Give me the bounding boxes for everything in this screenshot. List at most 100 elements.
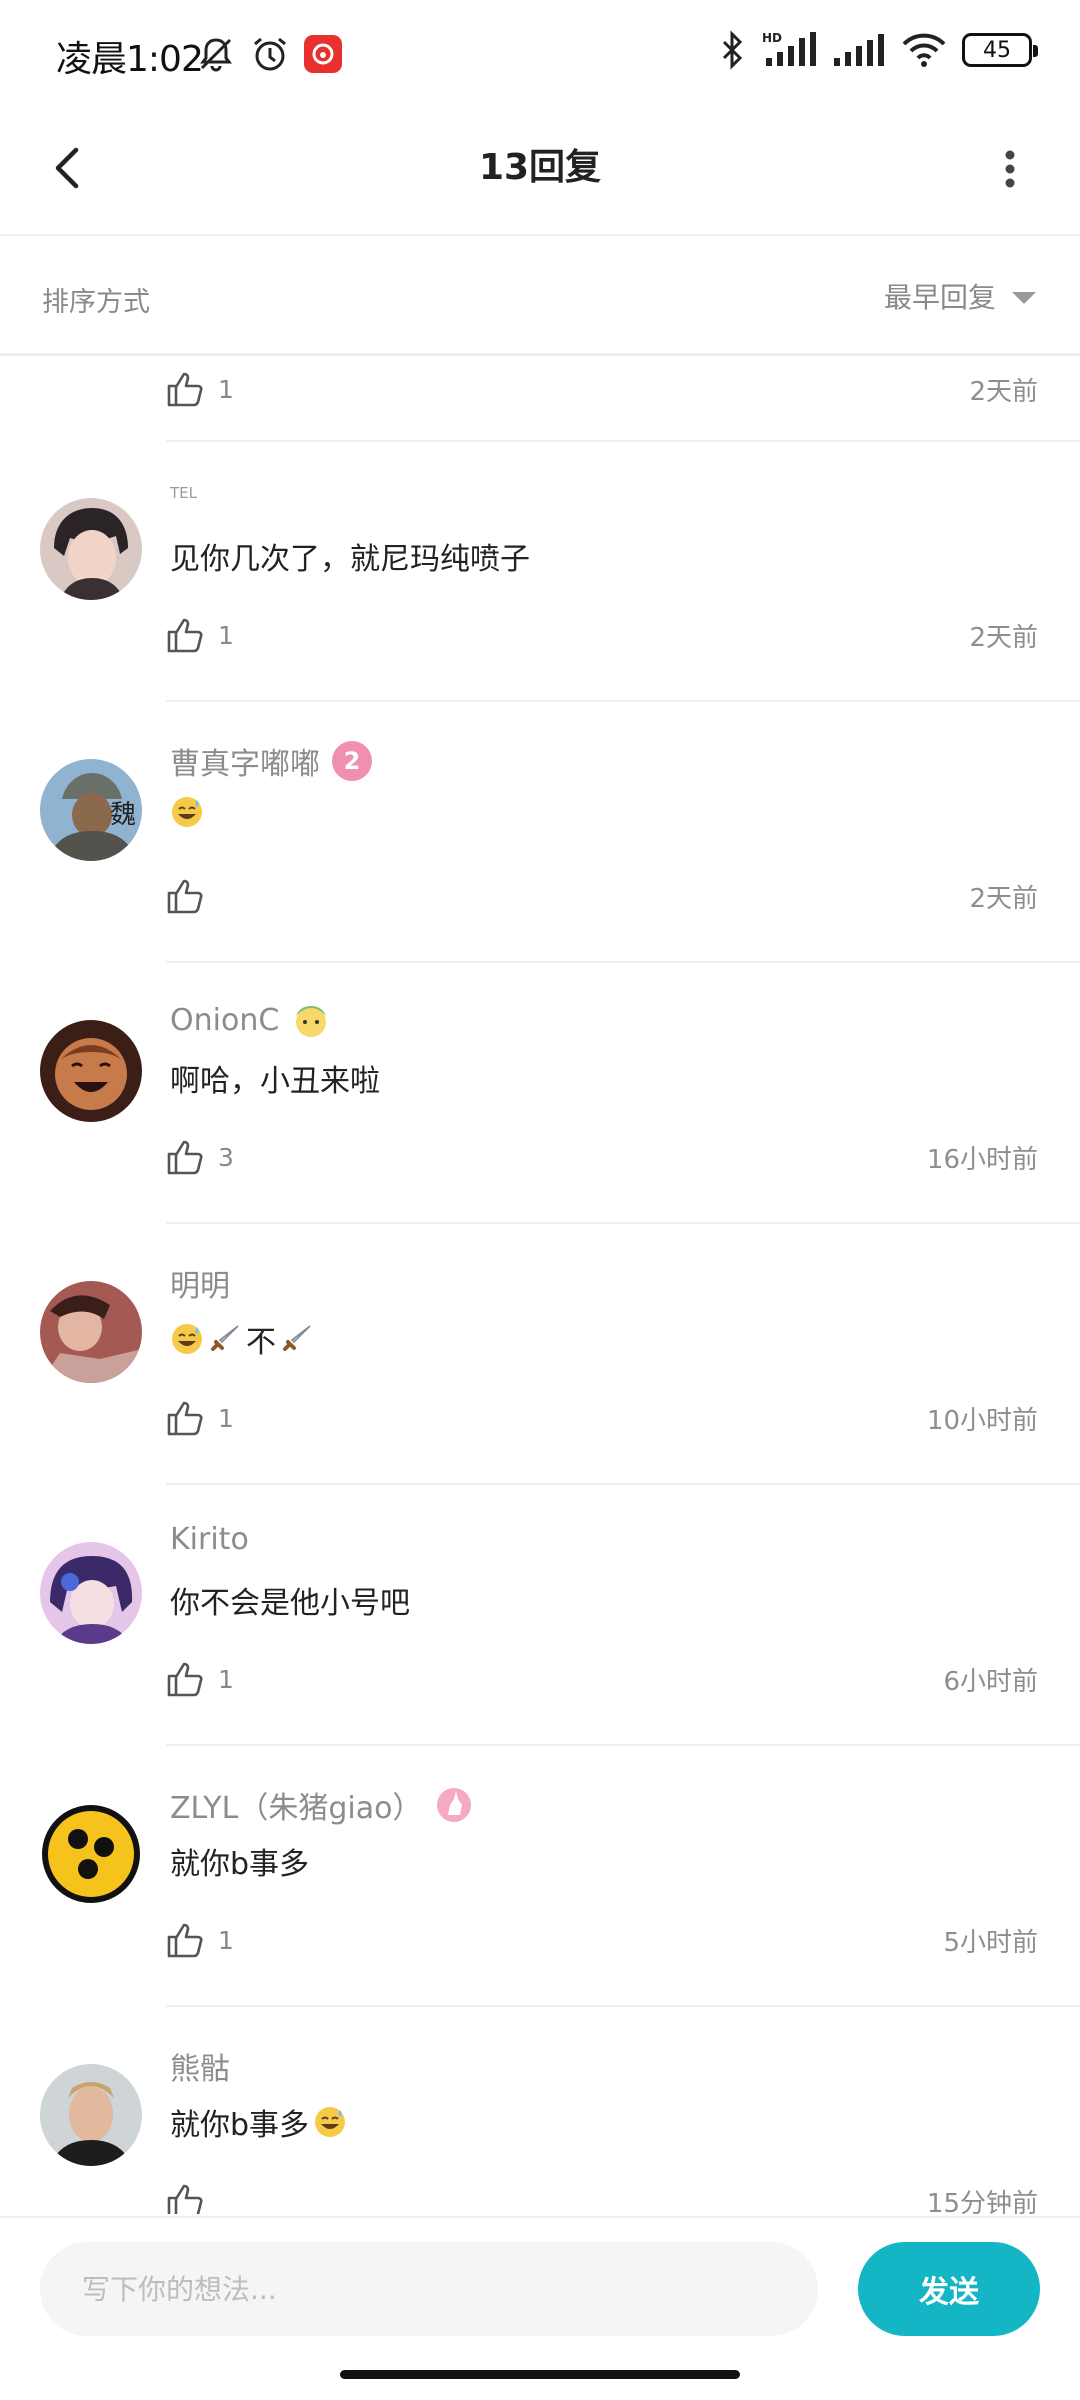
alarm-icon xyxy=(254,37,286,71)
page-title: 13回复 xyxy=(478,147,602,188)
top-bar: 13回复 xyxy=(0,100,1080,236)
reply-text: 不 xyxy=(246,1325,276,1360)
reply-actions: 1 5小时前 xyxy=(166,1910,1038,1970)
username[interactable]: 熊骷 xyxy=(170,2044,230,2088)
like-button[interactable]: 1 xyxy=(166,1921,234,1959)
unicorn-badge-icon xyxy=(437,1788,472,1822)
avatar[interactable] xyxy=(40,1542,142,1644)
reply-time: 10小时前 xyxy=(926,1405,1038,1436)
dagger-emoji-icon xyxy=(283,1325,311,1351)
username[interactable]: Kirito xyxy=(170,1522,249,1557)
svg-text:HD: HD xyxy=(762,31,782,45)
like-count: 1 xyxy=(218,620,234,650)
divider xyxy=(166,961,1080,963)
reply-item[interactable]: 熊骷 就你b事多 15分钟前 xyxy=(0,2008,1080,2214)
thumbs-up-icon xyxy=(167,1662,203,1697)
sweat-smile-emoji-icon xyxy=(172,797,202,827)
reply-item[interactable]: 明明 不 1 10小时前 xyxy=(0,1225,1080,1486)
reply-actions: 15分钟前 xyxy=(166,2171,1038,2214)
reply-time: 2天前 xyxy=(969,376,1038,407)
thumbs-up-icon xyxy=(167,1401,203,1436)
avatar[interactable] xyxy=(40,1020,142,1122)
bell-off-icon xyxy=(200,38,232,72)
like-count: 1 xyxy=(218,1664,234,1694)
username-text: 曹真字嘟嘟 xyxy=(170,747,320,782)
netease-music-icon xyxy=(304,35,342,73)
like-count: 3 xyxy=(218,1142,234,1172)
bluetooth-icon xyxy=(722,30,743,70)
reply-item[interactable]: ZLYL（朱猪giao） 就你b事多 1 5小时前 xyxy=(0,1747,1080,2008)
sweat-smile-emoji-icon xyxy=(172,1324,202,1354)
avatar[interactable] xyxy=(40,2064,142,2166)
more-options-button[interactable] xyxy=(980,136,1040,202)
reply-content: 啊哈，小丑来啦 xyxy=(170,1064,380,1099)
reply-list[interactable]: 1 2天前 TEL 见你几次了，就尼玛纯喷子 1 2天前 魏 曹真字嘟嘟 2 2… xyxy=(0,359,1080,2214)
username[interactable]: 曹真字嘟嘟 2 xyxy=(170,739,372,783)
like-button[interactable]: 1 xyxy=(166,1660,234,1698)
like-button[interactable]: 3 xyxy=(166,1138,234,1176)
signal-hd-icon: HD xyxy=(762,31,816,66)
sort-bar: 排序方式 最早回复 xyxy=(0,238,1080,356)
thumbs-up-icon xyxy=(167,372,203,407)
reply-time: 5小时前 xyxy=(943,1927,1038,1958)
reply-content: 不 xyxy=(170,1317,314,1361)
signal-icon xyxy=(834,34,884,66)
like-button[interactable] xyxy=(166,877,218,915)
sort-dropdown[interactable]: 最早回复 xyxy=(884,276,1036,316)
like-button[interactable]: 1 xyxy=(166,370,234,408)
reply-time: 2天前 xyxy=(969,883,1038,914)
reply-actions: 2天前 xyxy=(166,866,1038,926)
reply-content: 你不会是他小号吧 xyxy=(170,1586,410,1621)
reply-content: 就你b事多 xyxy=(170,1847,310,1882)
reply-time: 15分钟前 xyxy=(926,2188,1038,2215)
reply-item[interactable]: Kirito 你不会是他小号吧 1 6小时前 xyxy=(0,1486,1080,1747)
username[interactable]: OnionC xyxy=(170,1000,331,1040)
reply-content xyxy=(170,795,204,829)
avatar[interactable]: 魏 xyxy=(40,759,142,861)
sort-selected-value: 最早回复 xyxy=(883,281,996,314)
status-time: 凌晨1:02 xyxy=(56,39,204,80)
home-indicator[interactable] xyxy=(340,2370,740,2379)
reply-time: 6小时前 xyxy=(943,1666,1038,1697)
reply-actions: 1 2天前 xyxy=(166,605,1038,665)
send-button[interactable]: 发送 xyxy=(858,2242,1040,2336)
caret-down-icon xyxy=(1012,292,1036,304)
reply-item[interactable]: TEL 见你几次了，就尼玛纯喷子 1 2天前 xyxy=(0,442,1080,703)
level-badge: 2 xyxy=(332,741,372,781)
more-vertical-icon xyxy=(1005,150,1015,188)
battery-indicator: 45 xyxy=(962,33,1038,67)
thumbs-up-icon xyxy=(167,1140,203,1175)
thumbs-up-icon xyxy=(167,879,203,914)
avatar[interactable] xyxy=(40,1803,142,1905)
divider xyxy=(166,1483,1080,1485)
like-button[interactable]: 1 xyxy=(166,1399,234,1437)
username[interactable]: ZLYL（朱猪giao） xyxy=(170,1783,474,1827)
reply-item[interactable]: OnionC 啊哈，小丑来啦 3 16小时前 xyxy=(0,964,1080,1225)
username[interactable]: 明明 xyxy=(170,1261,230,1305)
reply-input[interactable] xyxy=(40,2242,818,2336)
character-badge-icon xyxy=(296,1006,327,1037)
reply-text: 就你b事多 xyxy=(170,2108,310,2143)
reply-input-bar: 发送 xyxy=(0,2216,1080,2356)
wifi-icon xyxy=(902,33,946,67)
reply-time: 16小时前 xyxy=(926,1144,1038,1175)
avatar[interactable] xyxy=(40,498,142,600)
like-count: 1 xyxy=(218,1925,234,1955)
thumbs-up-icon xyxy=(167,2184,203,2214)
username[interactable]: TEL xyxy=(170,484,197,502)
divider xyxy=(166,700,1080,702)
sort-label: 排序方式 xyxy=(42,287,150,318)
avatar[interactable] xyxy=(40,1281,142,1383)
username-text: ZLYL（朱猪giao） xyxy=(170,1791,423,1826)
reply-actions: 1 2天前 xyxy=(166,359,1038,419)
like-button[interactable]: 1 xyxy=(166,616,234,654)
reply-actions: 3 16小时前 xyxy=(166,1127,1038,1187)
reply-item[interactable]: 魏 曹真字嘟嘟 2 2天前 xyxy=(0,703,1080,964)
like-button[interactable] xyxy=(166,2182,218,2214)
divider xyxy=(166,2005,1080,2007)
svg-text:魏: 魏 xyxy=(110,800,136,830)
divider xyxy=(166,1744,1080,1746)
like-count: 1 xyxy=(218,374,234,404)
reply-actions: 1 6小时前 xyxy=(166,1649,1038,1709)
username-text: OnionC xyxy=(170,1002,280,1038)
